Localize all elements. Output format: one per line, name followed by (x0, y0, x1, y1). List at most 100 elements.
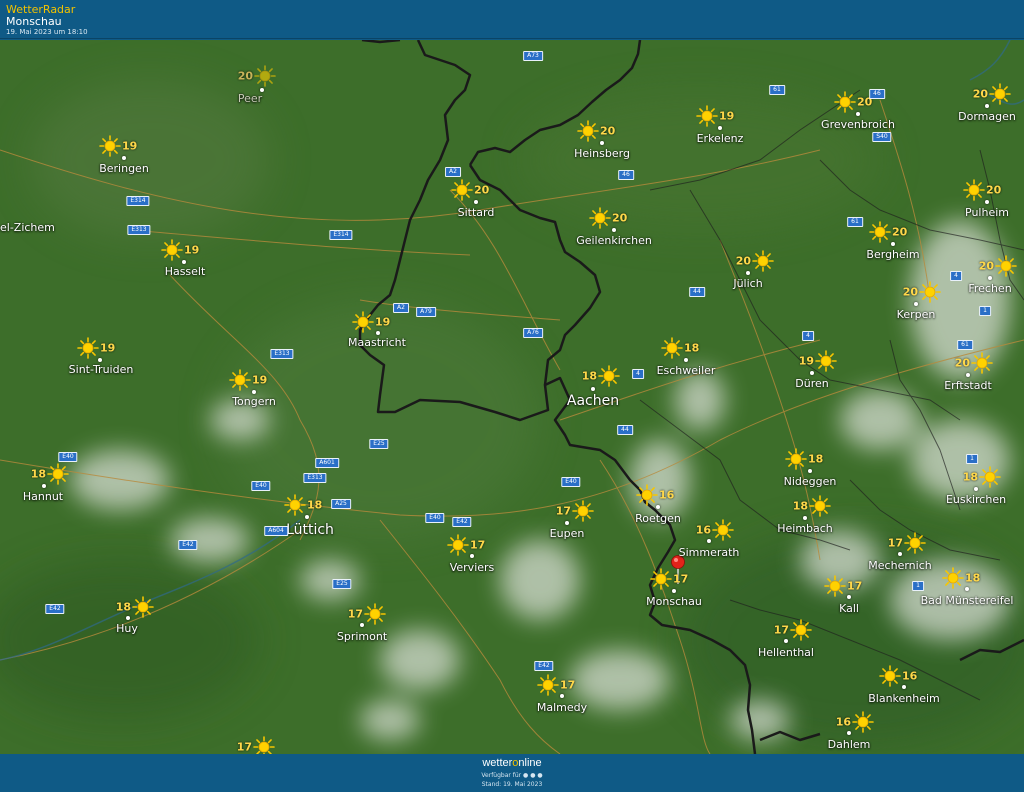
city-label[interactable]: Sint-Truiden (69, 363, 134, 376)
city-label[interactable]: Eschweiler (657, 364, 716, 377)
road-sign: 4 (950, 271, 962, 281)
city-label[interactable]: Dormagen (958, 110, 1016, 123)
road-sign: 46 (618, 170, 634, 180)
city-label[interactable]: Erkelenz (697, 132, 744, 145)
weather-map[interactable]: 20 Peer 19 Beringen el-Zichem 19 Hasselt 19 Sint… (0, 40, 1024, 754)
temperature-value: 18 (808, 452, 824, 466)
sun-icon (785, 448, 807, 470)
sun-icon (132, 596, 154, 618)
temperature-value: 18 (30, 467, 46, 481)
temperature-value: 18 (965, 571, 981, 585)
city-label[interactable]: Jülich (733, 277, 762, 290)
city-label[interactable]: Düren (795, 377, 828, 390)
city-label[interactable]: Hellenthal (758, 646, 814, 659)
temperature-value: 20 (474, 183, 490, 197)
city-label[interactable]: Peer (238, 92, 262, 105)
city-label[interactable]: Bergheim (866, 248, 919, 261)
sun-icon (919, 281, 941, 303)
location-title: Monschau (6, 15, 62, 28)
temperature-value: 19 (252, 373, 268, 387)
city-label[interactable]: Monschau (646, 595, 702, 608)
wetteronline-logo[interactable]: wetteronline (0, 757, 1024, 769)
city-dot (474, 200, 478, 204)
city-dot (803, 516, 807, 520)
city-label[interactable]: Geilenkirchen (576, 234, 652, 247)
city-label[interactable]: Roetgen (635, 512, 681, 525)
city-dot (847, 731, 851, 735)
road-sign: E42 (452, 517, 472, 527)
city-label[interactable]: Heimbach (777, 522, 833, 535)
city-label[interactable]: Hannut (23, 490, 63, 503)
city-label[interactable]: Erftstadt (944, 379, 992, 392)
road-sign: 1 (966, 454, 978, 464)
city-dot (182, 260, 186, 264)
city-label[interactable]: Eupen (550, 527, 585, 540)
city-label[interactable]: Pulheim (965, 206, 1009, 219)
city-label[interactable]: el-Zichem (0, 221, 55, 234)
road-sign: E40 (58, 452, 78, 462)
app-header: WetterRadar Monschau 19. Mai 2023 um 18:… (0, 0, 1024, 39)
road-sign: E40 (425, 513, 445, 523)
city-label[interactable]: Mechernich (868, 559, 931, 572)
temperature-value: 20 (972, 87, 988, 101)
city-label[interactable]: Beringen (99, 162, 149, 175)
sun-icon (824, 575, 846, 597)
city-label[interactable]: Heinsberg (574, 147, 630, 160)
city-label[interactable]: Frechen (968, 282, 1011, 295)
temperature-value: 16 (835, 715, 851, 729)
sun-icon (577, 120, 599, 142)
sun-icon (834, 91, 856, 113)
road-sign: A2 (445, 167, 461, 177)
temperature-value: 19 (122, 139, 138, 153)
city-dot (965, 587, 969, 591)
temperature-value: 19 (184, 243, 200, 257)
road-sign: 61 (847, 217, 863, 227)
city-label[interactable]: Hasselt (165, 265, 206, 278)
sun-icon (879, 665, 901, 687)
sun-icon (989, 83, 1011, 105)
city-label[interactable]: Grevenbroich (821, 118, 895, 131)
temperature-value: 20 (892, 225, 908, 239)
city-label[interactable]: Dahlem (828, 738, 871, 751)
sun-icon (364, 603, 386, 625)
availability-note: Verfügbar für ● ● ● (481, 772, 543, 779)
sun-icon (537, 674, 559, 696)
road-sign: E25 (332, 579, 352, 589)
city-label[interactable]: Nideggen (784, 475, 837, 488)
sun-icon (696, 105, 718, 127)
city-dot (360, 623, 364, 627)
city-label[interactable]: Lüttich (286, 522, 334, 538)
city-label[interactable]: Sprimont (337, 630, 387, 643)
city-label[interactable]: Bad Münstereifel (921, 594, 1014, 607)
city-label[interactable]: Aachen (567, 393, 619, 409)
temperature-value: 16 (902, 669, 918, 683)
city-label[interactable]: Tongern (232, 395, 276, 408)
sun-icon (650, 568, 672, 590)
temperature-value: 20 (612, 211, 628, 225)
city-label[interactable]: Blankenheim (868, 692, 940, 705)
city-dot (565, 521, 569, 525)
city-label[interactable]: Kerpen (897, 308, 936, 321)
city-label[interactable]: Huy (116, 622, 138, 635)
road-sign: 44 (617, 425, 633, 435)
city-label[interactable]: Euskirchen (946, 493, 1006, 506)
sun-icon (963, 179, 985, 201)
road-sign: E42 (45, 604, 65, 614)
sun-icon (447, 534, 469, 556)
road-sign: 61 (769, 85, 785, 95)
city-dot (656, 505, 660, 509)
city-label[interactable]: Maastricht (348, 336, 406, 349)
city-dot (126, 616, 130, 620)
sun-icon (572, 500, 594, 522)
road-sign: E40 (251, 481, 271, 491)
road-sign: 4 (802, 331, 814, 341)
city-label[interactable]: Simmerath (679, 546, 740, 559)
temperature-value: 18 (962, 470, 978, 484)
city-label[interactable]: Kall (839, 602, 859, 615)
city-dot (672, 589, 676, 593)
city-label[interactable]: Sittard (458, 206, 495, 219)
road-sign: A76 (523, 328, 543, 338)
city-label[interactable]: Malmedy (537, 701, 587, 714)
road-sign: 46 (869, 89, 885, 99)
city-label[interactable]: Verviers (450, 561, 495, 574)
